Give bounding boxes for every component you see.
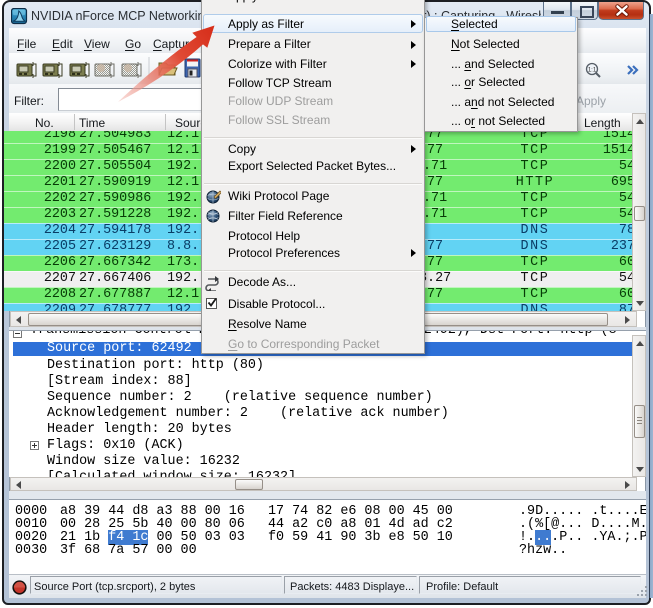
svg-text:1:1: 1:1 <box>588 68 597 74</box>
